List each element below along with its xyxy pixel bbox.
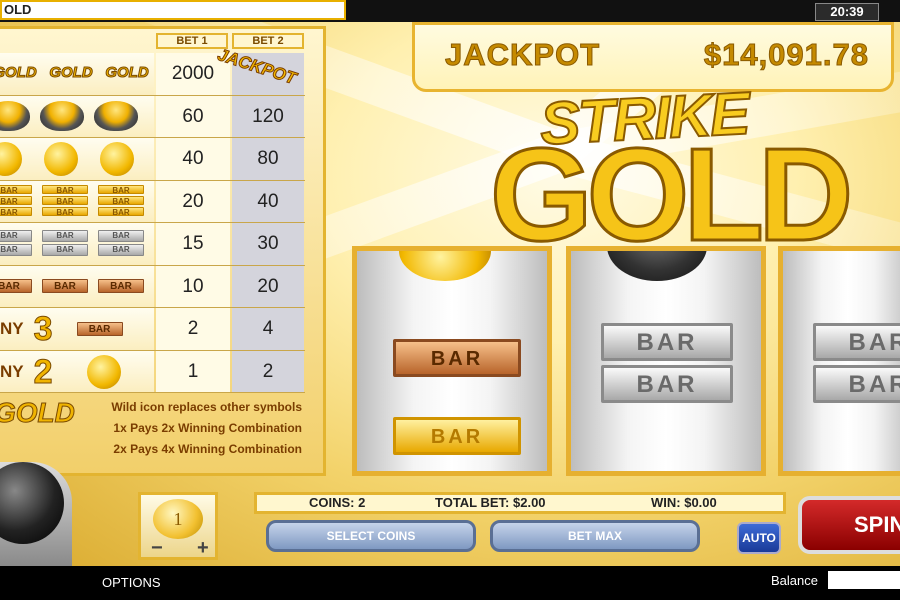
any-count: 2	[33, 352, 53, 391]
wild-gold-icon: GOLD	[0, 397, 75, 428]
bronze-bar-symbol: BAR	[393, 339, 521, 377]
gold-coin-icon	[44, 142, 78, 176]
bet2-payout: 40	[232, 180, 304, 222]
paytable-row: 60 120	[0, 95, 305, 138]
coin-value: 1	[153, 499, 203, 539]
bet2-payout: 20	[232, 265, 304, 307]
any-label: NY	[0, 361, 24, 381]
bet1-payout: 10	[156, 265, 230, 307]
double-silver-bar-icon: BAR BAR	[42, 230, 88, 256]
double-silver-bar-icon: BAR BAR	[0, 230, 32, 256]
reel-1: BAR BAR	[352, 246, 552, 476]
coin-plus-button[interactable]: +	[197, 538, 209, 558]
gold-bar-symbol: BAR	[393, 417, 521, 455]
bottom-bar: OPTIONS Balance	[0, 566, 900, 600]
bet1-payout: 20	[156, 180, 230, 222]
bet2-header: BET 2	[232, 33, 304, 49]
paytable-row: BAR BAR BAR BAR BAR BAR BAR BAR BAR 20 40	[0, 180, 305, 223]
gold-pot-icon	[607, 251, 707, 281]
gold-logo-icon: GOLD	[49, 64, 93, 82]
paytable-row: BAR BAR BAR 10 20	[0, 265, 305, 308]
options-link[interactable]: OPTIONS	[102, 575, 161, 590]
double-silver-bar-icon: BAR BAR	[98, 230, 144, 256]
reel-3: BAR BAR	[778, 246, 900, 476]
balance-value	[828, 571, 900, 589]
coin-selector: 1 − +	[138, 492, 218, 560]
bet-info-bar: COINS: 2 TOTAL BET: $2.00 WIN: $0.00	[254, 492, 786, 514]
silver-bar-symbol: BAR	[601, 323, 733, 361]
coin-minus-button[interactable]: −	[151, 538, 163, 558]
auto-button[interactable]: AUTO	[737, 522, 781, 554]
reel-2: BAR BAR	[566, 246, 766, 476]
note-1x: 1x Pays 2x Winning Combination	[113, 421, 302, 435]
triple-gold-bar-icon: BAR BAR BAR	[0, 184, 32, 217]
bet1-payout: 15	[156, 223, 230, 265]
bet1-header: BET 1	[156, 33, 228, 49]
symbol-cell: NY 2	[0, 350, 154, 392]
any-count: 3	[33, 310, 53, 348]
bet1-payout: 60	[156, 95, 230, 137]
gold-coin-icon	[100, 142, 134, 176]
win-amount: WIN: $0.00	[651, 495, 717, 510]
triple-gold-bar-icon: BAR BAR BAR	[98, 184, 144, 217]
paytable: BET 1 BET 2 GOLD GOLD GOLD 2000	[0, 26, 326, 476]
gold-pot-icon	[0, 100, 30, 131]
symbol-cell: BAR BAR BAR BAR BAR BAR BAR BAR BAR	[0, 180, 154, 222]
jackpot-label: JACKPOT	[444, 37, 601, 73]
gold-coin-icon	[86, 354, 121, 389]
silver-bar-symbol: BAR	[813, 365, 900, 403]
paytable-notes: Wild icon replaces other symbols 1x Pays…	[76, 397, 302, 460]
paytable-row: NY 2 1 2	[0, 350, 305, 393]
bronze-bar-icon: BAR	[76, 322, 123, 336]
paytable-row: 40 80	[0, 138, 305, 181]
bronze-bar-icon: BAR	[42, 278, 88, 293]
bet1-payout: 2	[156, 308, 230, 350]
symbol-cell: NY 3 BAR	[0, 308, 154, 350]
symbol-cell: BAR BAR BAR	[0, 265, 154, 307]
paytable-row: BAR BAR BAR BAR BAR BAR 15 30	[0, 223, 305, 266]
jackpot-display: JACKPOT $14,091.78	[412, 22, 894, 92]
gold-coin-icon	[0, 142, 22, 176]
bet2-payout: 80	[232, 138, 304, 180]
gold-logo-icon: GOLD	[0, 64, 37, 82]
symbol-cell: BAR BAR BAR BAR BAR BAR	[0, 223, 154, 265]
balance-label: Balance	[771, 573, 818, 588]
note-2x: 2x Pays 4x Winning Combination	[113, 442, 302, 456]
note-wild: Wild icon replaces other symbols	[111, 400, 302, 414]
symbol-cell	[0, 95, 154, 137]
gold-pot-icon	[94, 100, 138, 131]
bet-max-button[interactable]: BET MAX	[490, 520, 700, 552]
gold-logo-icon: GOLD	[105, 64, 149, 82]
coins-count: COINS: 2	[309, 495, 366, 510]
select-coins-button[interactable]: SELECT COINS	[266, 520, 476, 552]
jackpot-value: $14,091.78	[703, 37, 869, 73]
gold-coin-icon	[399, 251, 491, 281]
clock: 20:39	[815, 3, 879, 21]
paytable-grid: GOLD GOLD GOLD 2000 60 120	[0, 53, 305, 393]
bet1-payout: 40	[156, 138, 230, 180]
silver-bar-symbol: BAR	[601, 365, 733, 403]
bronze-bar-icon: BAR	[0, 278, 32, 293]
triple-gold-bar-icon: BAR BAR BAR	[42, 184, 88, 217]
silver-bar-symbol: BAR	[813, 323, 900, 361]
slot-machine: BET 1 BET 2 GOLD GOLD GOLD 2000	[0, 22, 900, 566]
game-title: OLD	[0, 0, 346, 20]
bet2-payout: 4	[232, 308, 304, 350]
logo-gold: GOLD	[488, 121, 854, 268]
paytable-row: NY 3 BAR 2 4	[0, 308, 305, 351]
any-label: NY	[0, 319, 24, 338]
symbol-cell: GOLD GOLD GOLD	[0, 53, 154, 95]
bronze-bar-icon: BAR	[98, 278, 144, 293]
bet2-payout: 30	[232, 223, 304, 265]
symbol-cell	[0, 138, 154, 180]
gold-pot-icon	[40, 100, 84, 131]
bet2-payout: 2	[232, 350, 304, 392]
total-bet: TOTAL BET: $2.00	[435, 495, 546, 510]
bet1-payout: 1	[156, 350, 230, 392]
top-bar: OLD 20:39	[0, 0, 900, 22]
spin-button[interactable]: SPIN	[798, 496, 900, 554]
bet2-payout: 120	[232, 95, 304, 137]
